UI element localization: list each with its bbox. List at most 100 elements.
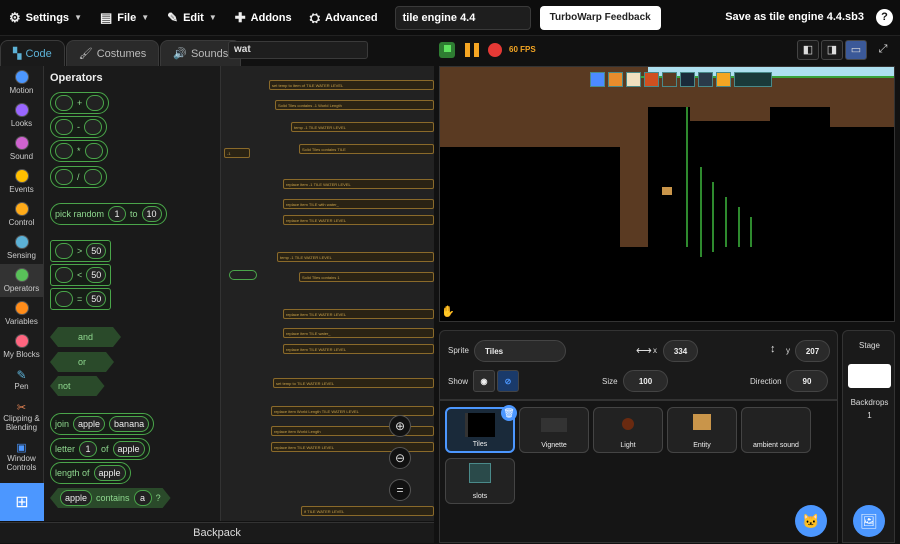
sprite-tile[interactable]: Tiles 🗑 <box>445 405 517 453</box>
stage-pane[interactable]: Stage Backdrops 1 🖼 <box>842 330 895 543</box>
category-control[interactable]: Control <box>0 198 43 231</box>
multiply-block[interactable]: * <box>50 140 108 162</box>
contains-block[interactable]: apple contains a? <box>50 488 171 508</box>
inventory-slot[interactable] <box>608 72 623 87</box>
block-slot[interactable] <box>86 95 105 111</box>
add-extension-button[interactable]: ⊞ <box>0 483 44 521</box>
show-hidden-button[interactable]: ⊘ <box>497 370 519 392</box>
block-slot[interactable]: 1 <box>79 441 98 457</box>
category-window-controls[interactable]: ▣ Window Controls <box>0 436 43 476</box>
zoom-reset-button[interactable]: = <box>389 479 411 501</box>
block-slot[interactable]: 50 <box>86 243 107 259</box>
block-slot[interactable] <box>84 119 102 135</box>
addons-menu[interactable]: ✚ Addons <box>226 0 301 36</box>
large-stage-button[interactable]: ▭ <box>845 40 867 60</box>
workspace-search-input[interactable]: wat <box>228 41 368 59</box>
block-slot[interactable]: apple <box>60 490 92 506</box>
less-than-block[interactable]: <50 <box>50 264 112 286</box>
category-sensing[interactable]: Sensing <box>0 231 43 264</box>
help-icon[interactable]: ? <box>876 9 893 26</box>
feedback-button[interactable]: TurboWarp Feedback <box>539 5 661 30</box>
divide-block[interactable]: / <box>50 166 107 188</box>
inventory-slot[interactable] <box>662 72 677 87</box>
or-block[interactable]: or <box>50 352 114 372</box>
script-block[interactable]: Solid Tiles contains TILE <box>299 144 434 154</box>
script-block[interactable]: temp -1 TILE WATER LEVEL <box>291 122 434 132</box>
sprite-tile[interactable]: ambient sound <box>741 407 811 453</box>
block-slot[interactable]: apple <box>93 465 126 481</box>
advanced-menu[interactable]: ⛭ Advanced <box>301 0 387 36</box>
pause-icon[interactable] <box>465 43 479 57</box>
size-input[interactable]: 100 <box>623 370 668 392</box>
green-flag-icon[interactable] <box>439 42 455 58</box>
small-stage-button[interactable]: ◧ <box>797 40 819 60</box>
stop-icon[interactable] <box>488 43 502 57</box>
script-block[interactable]: Solid Tiles contains 1 <box>299 272 434 282</box>
category-my-blocks[interactable]: My Blocks <box>0 330 43 363</box>
tab-code[interactable]: ▚ Code <box>0 40 65 66</box>
sprite-tile[interactable]: Vignette <box>519 407 589 453</box>
sprite-name-input[interactable]: Tiles <box>474 340 566 362</box>
inventory-slot[interactable] <box>698 72 713 87</box>
script-block[interactable]: Solid Tiles contains -1 World Length <box>275 100 434 110</box>
block-slot[interactable]: 10 <box>141 206 162 222</box>
sprite-tile[interactable]: slots <box>445 458 515 504</box>
script-block[interactable]: replace item -1 TILE WATER LEVEL <box>283 179 434 189</box>
zoom-in-button[interactable]: ⊕ <box>389 415 411 437</box>
show-visible-button[interactable]: ◉ <box>473 370 495 392</box>
block-slot[interactable] <box>55 291 73 307</box>
normal-stage-button[interactable]: ◨ <box>821 40 843 60</box>
inventory-slot[interactable] <box>590 72 605 87</box>
file-menu[interactable]: ▤ File ▼ <box>91 0 158 36</box>
zoom-out-button[interactable]: ⊖ <box>389 447 411 469</box>
inventory-slot[interactable] <box>644 72 659 87</box>
script-block[interactable]: replace item World Length TILE WATER LEV… <box>271 406 434 416</box>
script-block[interactable]: set temp to TILE WATER LEVEL <box>273 378 434 388</box>
block-slot[interactable] <box>55 169 73 185</box>
letter-of-block[interactable]: letter 1 of apple <box>50 438 150 460</box>
block-slot[interactable]: apple <box>73 416 106 432</box>
greater-than-block[interactable]: >50 <box>50 240 112 262</box>
script-block[interactable]: temp -1 TILE WATER LEVEL <box>277 252 434 262</box>
inventory-slot[interactable] <box>680 72 695 87</box>
block-slot[interactable]: a <box>134 490 152 506</box>
category-clipping[interactable]: ✂ Clipping & Blending <box>0 396 43 436</box>
sprite-tile[interactable]: Light <box>593 407 663 453</box>
direction-input[interactable]: 90 <box>786 370 828 392</box>
x-input[interactable]: 334 <box>663 340 698 362</box>
inventory-slot[interactable] <box>626 72 641 87</box>
pick-random-block[interactable]: pick random 1 to 10 <box>50 203 167 225</box>
add-backdrop-button[interactable]: 🖼 <box>853 505 885 537</box>
loose-reporter-block[interactable] <box>229 270 257 280</box>
script-block[interactable]: replace item TILE WATER LEVEL <box>283 309 434 319</box>
block-slot[interactable]: 50 <box>86 291 107 307</box>
not-block[interactable]: not <box>50 376 105 396</box>
equals-block[interactable]: = 50 <box>50 288 112 310</box>
trash-icon[interactable]: 🗑 <box>501 405 517 421</box>
sprite-tile[interactable]: Entity <box>667 407 737 453</box>
category-events[interactable]: Events <box>0 165 43 198</box>
script-block[interactable]: if TILE WATER LEVEL <box>301 506 434 516</box>
block-slot[interactable]: 50 <box>86 267 107 283</box>
block-slot[interactable] <box>83 169 102 185</box>
script-block[interactable]: replace item TILE water_ <box>283 328 434 338</box>
length-of-block[interactable]: length of apple <box>50 462 131 484</box>
category-pen[interactable]: ✎ Pen <box>0 363 43 396</box>
category-looks[interactable]: Looks <box>0 99 43 132</box>
script-block[interactable]: set temp to item of TILE WATER LEVEL <box>269 80 434 90</box>
block-slot[interactable]: banana <box>109 416 150 432</box>
script-block[interactable]: replace item TILE WATER LEVEL <box>283 344 434 354</box>
add-sprite-button[interactable]: 🐱 <box>795 505 827 537</box>
script-block[interactable]: -1 <box>224 148 250 158</box>
fullscreen-button[interactable]: ⤢ <box>872 40 894 60</box>
stage-canvas[interactable] <box>439 66 895 322</box>
script-block[interactable]: replace item TILE WATER LEVEL <box>283 215 434 225</box>
block-slot[interactable] <box>84 143 103 159</box>
category-motion[interactable]: Motion <box>0 66 43 99</box>
category-variables[interactable]: Variables <box>0 297 43 330</box>
settings-menu[interactable]: ⚙ Settings ▼ <box>0 0 91 36</box>
save-as-button[interactable]: Save as tile engine 4.4.sb3 <box>725 11 864 23</box>
subtract-block[interactable]: - <box>50 116 107 138</box>
inventory-slot[interactable] <box>734 72 772 87</box>
edit-menu[interactable]: ✎ Edit ▼ <box>158 0 226 36</box>
